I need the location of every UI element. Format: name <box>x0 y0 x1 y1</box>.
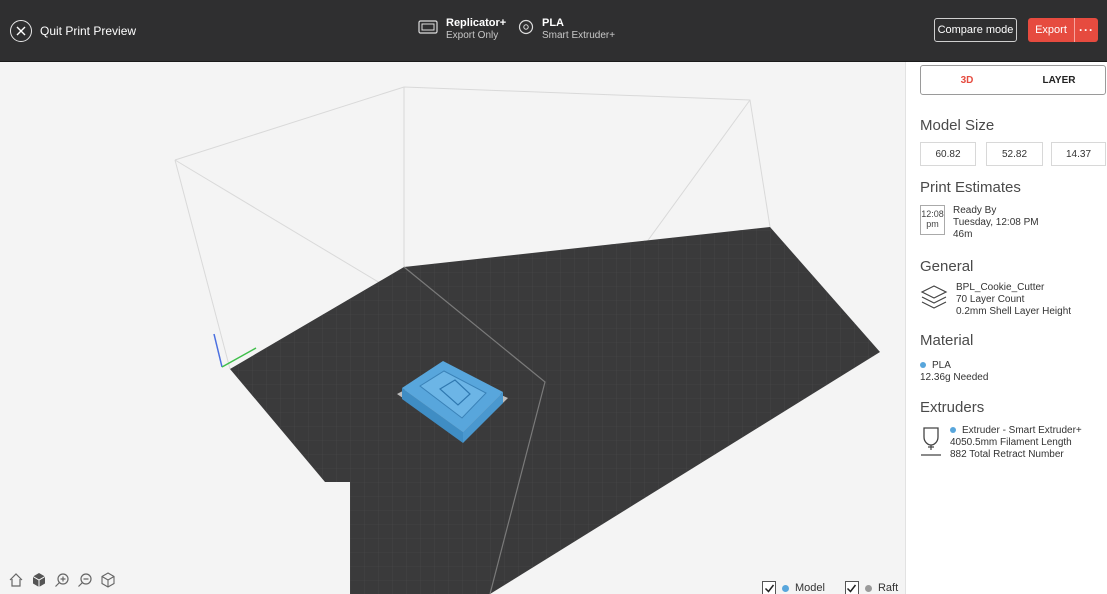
material-row: PLA 12.36g Needed <box>920 360 988 384</box>
clock-time: 12:08 <box>921 209 944 219</box>
cube-view-icon[interactable] <box>31 572 47 588</box>
layer-count: 70 Layer Count <box>956 294 1025 305</box>
raft-visibility-checkbox[interactable] <box>844 581 859 594</box>
raft-toggle-label: Raft <box>877 582 899 594</box>
general-row: BPL_Cookie_Cutter 70 Layer Count 0.2mm S… <box>920 282 1071 318</box>
raft-color-dot <box>864 584 872 592</box>
model-size-x: 60.82 <box>920 142 976 166</box>
material-color-dot <box>920 362 926 368</box>
export-more-button[interactable]: ··· <box>1074 18 1098 42</box>
model-size-z: 14.37 <box>1051 142 1106 166</box>
model-size-title: Model Size <box>920 117 995 134</box>
close-icon <box>10 20 32 42</box>
extruder-name-label: Extruder - Smart Extruder+ <box>962 425 1082 436</box>
material-name: PLA <box>542 17 564 29</box>
extruder-color-dot <box>950 427 956 433</box>
model-color-dot <box>782 584 789 592</box>
perspective-icon[interactable] <box>100 572 116 588</box>
general-title: General <box>920 258 974 275</box>
shell-layer-height: 0.2mm Shell Layer Height <box>956 306 1072 317</box>
top-bar: Quit Print Preview Replicator+ Export On… <box>0 0 1107 62</box>
export-button-group: Export ··· <box>1028 18 1098 42</box>
3d-viewport[interactable]: Model Raft <box>0 62 905 594</box>
print-estimates-title: Print Estimates <box>920 179 1021 196</box>
view-toolbar <box>8 572 116 588</box>
compare-mode-button[interactable]: Compare mode <box>934 18 1017 42</box>
extruders-title: Extruders <box>920 399 985 416</box>
material-name-label: PLA <box>932 360 951 371</box>
tab-layer[interactable]: LAYER <box>1013 66 1105 94</box>
material-title: Material <box>920 332 974 349</box>
quit-label: Quit Print Preview <box>40 24 137 38</box>
build-plate <box>230 227 880 594</box>
printer-mode: Export Only <box>446 30 499 41</box>
build-volume-scene[interactable] <box>0 62 905 594</box>
file-name: BPL_Cookie_Cutter <box>956 282 1045 293</box>
clock-ampm: pm <box>926 219 939 229</box>
printer-selector[interactable]: Replicator+ Export Only <box>418 17 506 42</box>
ready-by-time: Tuesday, 12:08 PM <box>953 217 1039 228</box>
tab-3d[interactable]: 3D <box>921 66 1013 94</box>
zoom-in-icon[interactable] <box>54 572 70 588</box>
clock-icon: 12:08 pm <box>920 205 945 235</box>
extruder-name: Smart Extruder+ <box>542 30 616 41</box>
home-icon[interactable] <box>8 572 24 588</box>
quit-print-preview-button[interactable]: Quit Print Preview <box>10 19 136 43</box>
model-visibility-checkbox[interactable] <box>762 581 776 594</box>
ready-by-label: Ready By <box>953 205 997 216</box>
printer-name: Replicator+ <box>446 17 507 29</box>
material-needed: 12.36g Needed <box>920 372 989 383</box>
model-size-y: 52.82 <box>986 142 1043 166</box>
print-duration: 46m <box>953 229 973 240</box>
filament-length: 4050.5mm Filament Length <box>950 437 1072 448</box>
retract-number: 882 Total Retract Number <box>950 449 1064 460</box>
visibility-toggles: Model Raft <box>762 581 898 594</box>
spool-icon <box>518 19 534 40</box>
model-toggle-label: Model <box>795 582 825 594</box>
printer-icon <box>418 19 438 40</box>
ready-by-row: 12:08 pm Ready By Tuesday, 12:08 PM 46m <box>920 205 1039 241</box>
extruder-icon <box>920 425 942 462</box>
zoom-out-icon[interactable] <box>77 572 93 588</box>
view-mode-tabs: 3D LAYER <box>920 65 1106 95</box>
layers-icon <box>920 282 948 318</box>
print-info-panel: 3D LAYER Model Size 60.82 52.82 14.37 Pr… <box>905 62 1107 594</box>
export-button[interactable]: Export <box>1028 24 1074 36</box>
material-selector[interactable]: PLA Smart Extruder+ <box>518 17 615 42</box>
extruder-row: Extruder - Smart Extruder+ 4050.5mm Fila… <box>920 425 1082 462</box>
